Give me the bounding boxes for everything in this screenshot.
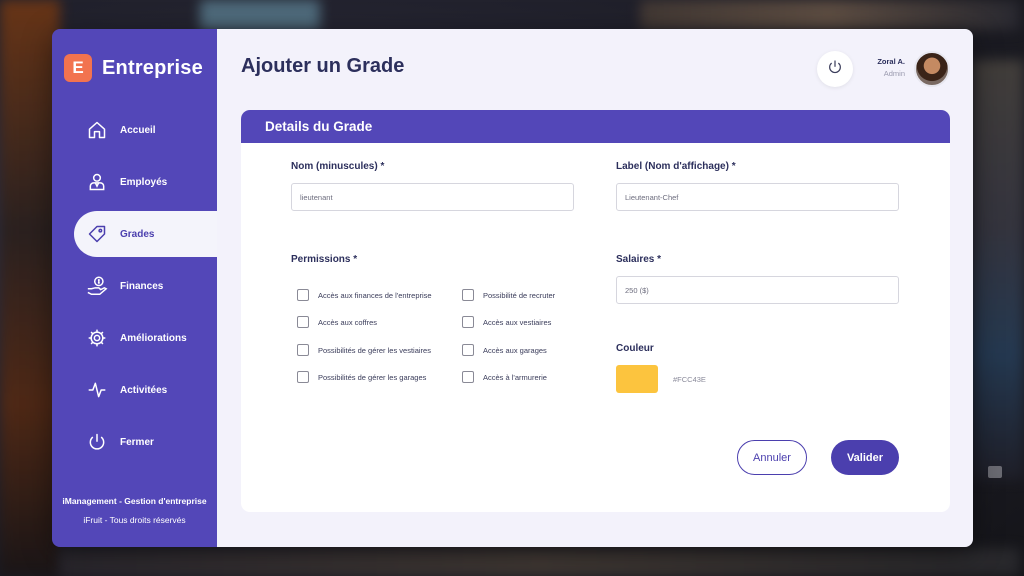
permission-label: Accès aux coffres: [318, 317, 378, 327]
tag-icon: [86, 223, 108, 245]
checkbox[interactable]: [462, 289, 474, 301]
permissions-label: Permissions *: [291, 254, 358, 265]
checkbox[interactable]: [462, 344, 474, 356]
cancel-button[interactable]: Annuler: [737, 440, 807, 475]
sidebar-item-label: Employés: [120, 176, 168, 188]
permission-label: Accès aux vestiaires: [483, 317, 552, 327]
user-name: Zoral A.: [877, 57, 905, 66]
gear-icon: [86, 327, 108, 349]
background-blur-right: [972, 60, 1024, 480]
brand-logo: E: [64, 54, 92, 82]
permission-label: Accès à l'armurerie: [483, 372, 547, 382]
sidebar-item-grades[interactable]: Grades: [74, 211, 217, 257]
grade-details-card: Details du Grade Nom (minuscules) * lieu…: [241, 110, 950, 512]
sidebar-item-ameliorations[interactable]: Améliorations: [52, 315, 217, 361]
permission-checkbox[interactable]: Possibilités de gérer les garages: [297, 371, 426, 383]
home-icon: [86, 119, 108, 141]
activity-icon: [86, 379, 108, 401]
sidebar-item-label: Améliorations: [120, 332, 187, 344]
color-label: Couleur: [616, 343, 654, 354]
sidebar-footer: iManagement - Gestion d'entreprise iFrui…: [52, 496, 217, 525]
brand: E Entreprise: [64, 54, 203, 82]
checkbox[interactable]: [297, 316, 309, 328]
main-content: Ajouter un Grade Zoral A. Admin Details …: [217, 29, 973, 547]
sidebar-item-finances[interactable]: Finances: [52, 263, 217, 309]
checkbox[interactable]: [462, 316, 474, 328]
permission-label: Accès aux finances de l'entreprise: [318, 290, 432, 300]
sidebar: E Entreprise Accueil Employés Grades Fin…: [52, 29, 217, 547]
checkbox[interactable]: [297, 344, 309, 356]
permission-checkbox[interactable]: Accès aux coffres: [297, 316, 377, 328]
permission-checkbox[interactable]: Accès à l'armurerie: [462, 371, 547, 383]
salary-label: Salaires *: [616, 254, 662, 265]
permission-label: Possibilités de gérer les vestiaires: [318, 345, 431, 355]
sidebar-item-fermer[interactable]: Fermer: [52, 419, 217, 465]
permission-checkbox[interactable]: Accès aux garages: [462, 344, 547, 356]
sidebar-item-label: Finances: [120, 280, 164, 292]
footer-copyright: iFruit - Tous droits réservés: [83, 515, 186, 525]
sidebar-item-label: Grades: [120, 228, 155, 240]
display-name-input[interactable]: Lieutenant-Chef: [616, 183, 899, 211]
background-blur-top-left: [200, 0, 320, 30]
submit-button[interactable]: Valider: [831, 440, 899, 475]
permission-label: Possibilités de gérer les garages: [318, 372, 427, 382]
color-hex: #FCC43E: [673, 375, 706, 384]
power-icon: [827, 59, 843, 79]
display-label: Label (Nom d'affichage) *: [616, 161, 736, 172]
sidebar-nav: Accueil Employés Grades Finances Amélior…: [52, 107, 217, 471]
money-hand-icon: [86, 275, 108, 297]
page-title: Ajouter un Grade: [241, 55, 405, 77]
permission-checkbox[interactable]: Possibilité de recruter: [462, 289, 555, 301]
checkbox[interactable]: [462, 371, 474, 383]
background-blur-bottom: [60, 548, 1020, 576]
sidebar-item-employes[interactable]: Employés: [52, 159, 217, 205]
app-window: E Entreprise Accueil Employés Grades Fin…: [52, 29, 973, 547]
footer-title: iManagement - Gestion d'entreprise: [62, 496, 207, 506]
name-input[interactable]: lieutenant: [291, 183, 574, 211]
sidebar-item-label: Fermer: [120, 436, 154, 448]
background-blur-left: [0, 0, 60, 576]
permission-label: Possibilité de recruter: [483, 290, 556, 300]
user-info: Zoral A. Admin: [867, 57, 905, 78]
sidebar-item-label: Accueil: [120, 124, 156, 136]
user-icon: [86, 171, 108, 193]
avatar[interactable]: [914, 51, 950, 87]
checkbox[interactable]: [297, 371, 309, 383]
sidebar-item-label: Activitées: [120, 384, 168, 396]
background-chip: [988, 466, 1002, 478]
color-swatch[interactable]: [616, 365, 658, 393]
logout-button[interactable]: [817, 51, 853, 87]
background-blur-top-right: [640, 0, 1020, 30]
permission-checkbox[interactable]: Possibilités de gérer les vestiaires: [297, 344, 431, 356]
permission-checkbox[interactable]: Accès aux vestiaires: [462, 316, 551, 328]
sidebar-item-activitees[interactable]: Activitées: [52, 367, 217, 413]
user-role: Admin: [883, 69, 905, 78]
permission-checkbox[interactable]: Accès aux finances de l'entreprise: [297, 289, 432, 301]
section-title: Details du Grade: [241, 110, 950, 143]
sidebar-item-accueil[interactable]: Accueil: [52, 107, 217, 153]
salary-input[interactable]: 250 ($): [616, 276, 899, 304]
name-label: Nom (minuscules) *: [291, 161, 385, 172]
brand-name: Entreprise: [102, 56, 203, 79]
power-icon: [86, 431, 108, 453]
permission-label: Accès aux garages: [483, 345, 547, 355]
checkbox[interactable]: [297, 289, 309, 301]
